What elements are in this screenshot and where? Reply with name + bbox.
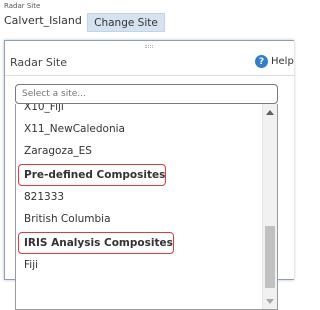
list-item[interactable]: British Columbia <box>16 208 263 230</box>
radar-site-label: Radar Site <box>4 2 41 10</box>
radar-site-dialog: Radar Site ? Help X10_Fiji X11_NewCaledo… <box>4 40 295 310</box>
list-item[interactable]: Fiji <box>16 254 263 276</box>
site-dropdown-list[interactable]: X10_Fiji X11_NewCaledonia Zaragoza_ES Pr… <box>15 104 278 310</box>
group-header-iris-analysis-composites: IRIS Analysis Composites <box>18 232 174 254</box>
dialog-title: Radar Site <box>10 56 68 69</box>
list-item[interactable]: X11_NewCaledonia <box>16 118 263 140</box>
help-icon[interactable]: ? <box>255 55 268 68</box>
title-divider <box>5 75 295 76</box>
drag-handle-icon[interactable] <box>145 45 153 48</box>
scroll-thumb[interactable] <box>265 226 275 288</box>
group-header-predefined-composites: Pre-defined Composites <box>18 164 167 186</box>
list-item[interactable]: X10_Fiji <box>16 104 263 118</box>
change-site-button[interactable]: Change Site <box>87 13 165 32</box>
list-item[interactable]: 821333 <box>16 186 263 208</box>
scroll-up-icon[interactable] <box>266 110 274 115</box>
site-search-input[interactable] <box>15 84 278 104</box>
help-label[interactable]: Help <box>271 56 294 67</box>
list-item[interactable]: Zaragoza_ES <box>16 140 263 162</box>
help-link[interactable]: ? Help <box>255 55 294 68</box>
current-site-value: Calvert_Island <box>4 14 82 27</box>
dropdown-scrollbar[interactable] <box>262 104 277 309</box>
scroll-down-icon[interactable] <box>266 299 274 304</box>
